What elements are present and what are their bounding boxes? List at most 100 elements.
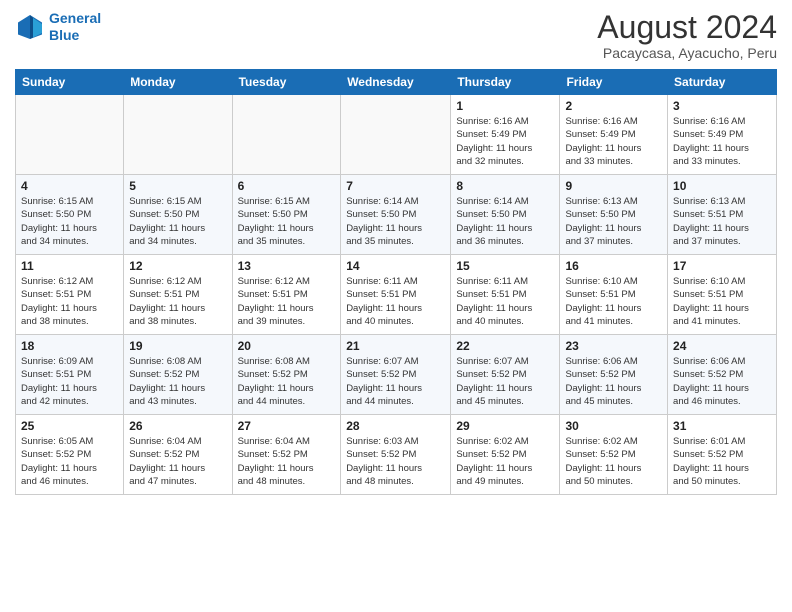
day-info: Sunrise: 6:13 AM Sunset: 5:51 PM Dayligh… [673, 195, 771, 248]
weekday-header-friday: Friday [560, 70, 668, 95]
day-info: Sunrise: 6:01 AM Sunset: 5:52 PM Dayligh… [673, 435, 771, 488]
calendar-cell: 28 Sunrise: 6:03 AM Sunset: 5:52 PM Dayli… [341, 415, 451, 495]
weekday-header-thursday: Thursday [451, 70, 560, 95]
calendar-cell [341, 95, 451, 175]
calendar-cell: 19 Sunrise: 6:08 AM Sunset: 5:52 PM Dayli… [124, 335, 232, 415]
day-info: Sunrise: 6:08 AM Sunset: 5:52 PM Dayligh… [238, 355, 336, 408]
header: General Blue August 2024 Pacaycasa, Ayac… [15, 10, 777, 61]
day-number: 3 [673, 99, 771, 113]
day-info: Sunrise: 6:15 AM Sunset: 5:50 PM Dayligh… [21, 195, 118, 248]
day-number: 21 [346, 339, 445, 353]
day-info: Sunrise: 6:03 AM Sunset: 5:52 PM Dayligh… [346, 435, 445, 488]
calendar-table: SundayMondayTuesdayWednesdayThursdayFrid… [15, 69, 777, 495]
day-info: Sunrise: 6:05 AM Sunset: 5:52 PM Dayligh… [21, 435, 118, 488]
calendar-cell: 18 Sunrise: 6:09 AM Sunset: 5:51 PM Dayli… [16, 335, 124, 415]
calendar-cell: 11 Sunrise: 6:12 AM Sunset: 5:51 PM Dayli… [16, 255, 124, 335]
day-number: 7 [346, 179, 445, 193]
weekday-header-sunday: Sunday [16, 70, 124, 95]
day-number: 22 [456, 339, 554, 353]
day-number: 5 [129, 179, 226, 193]
logo-text: General Blue [49, 10, 101, 44]
calendar-cell: 5 Sunrise: 6:15 AM Sunset: 5:50 PM Daylig… [124, 175, 232, 255]
day-info: Sunrise: 6:12 AM Sunset: 5:51 PM Dayligh… [21, 275, 118, 328]
day-info: Sunrise: 6:06 AM Sunset: 5:52 PM Dayligh… [673, 355, 771, 408]
calendar-week-row: 18 Sunrise: 6:09 AM Sunset: 5:51 PM Dayli… [16, 335, 777, 415]
day-number: 12 [129, 259, 226, 273]
calendar-cell: 30 Sunrise: 6:02 AM Sunset: 5:52 PM Dayli… [560, 415, 668, 495]
calendar-cell: 22 Sunrise: 6:07 AM Sunset: 5:52 PM Dayli… [451, 335, 560, 415]
logo-line2: Blue [49, 27, 79, 43]
day-info: Sunrise: 6:02 AM Sunset: 5:52 PM Dayligh… [565, 435, 662, 488]
calendar-cell: 13 Sunrise: 6:12 AM Sunset: 5:51 PM Dayli… [232, 255, 341, 335]
calendar-cell: 8 Sunrise: 6:14 AM Sunset: 5:50 PM Daylig… [451, 175, 560, 255]
day-number: 6 [238, 179, 336, 193]
calendar-cell: 23 Sunrise: 6:06 AM Sunset: 5:52 PM Dayli… [560, 335, 668, 415]
calendar-cell: 4 Sunrise: 6:15 AM Sunset: 5:50 PM Daylig… [16, 175, 124, 255]
day-info: Sunrise: 6:12 AM Sunset: 5:51 PM Dayligh… [129, 275, 226, 328]
calendar-week-row: 25Sunrise: 6:05 AM Sunset: 5:52 PM Dayli… [16, 415, 777, 495]
day-info: Sunrise: 6:13 AM Sunset: 5:50 PM Dayligh… [565, 195, 662, 248]
day-info: Sunrise: 6:04 AM Sunset: 5:52 PM Dayligh… [129, 435, 226, 488]
logo: General Blue [15, 10, 101, 44]
day-info: Sunrise: 6:07 AM Sunset: 5:52 PM Dayligh… [456, 355, 554, 408]
day-info: Sunrise: 6:11 AM Sunset: 5:51 PM Dayligh… [346, 275, 445, 328]
day-info: Sunrise: 6:16 AM Sunset: 5:49 PM Dayligh… [456, 115, 554, 168]
weekday-header-row: SundayMondayTuesdayWednesdayThursdayFrid… [16, 70, 777, 95]
day-number: 28 [346, 419, 445, 433]
weekday-header-saturday: Saturday [668, 70, 777, 95]
day-number: 16 [565, 259, 662, 273]
day-number: 29 [456, 419, 554, 433]
day-number: 18 [21, 339, 118, 353]
day-info: Sunrise: 6:14 AM Sunset: 5:50 PM Dayligh… [456, 195, 554, 248]
day-number: 14 [346, 259, 445, 273]
day-number: 20 [238, 339, 336, 353]
weekday-header-wednesday: Wednesday [341, 70, 451, 95]
day-number: 27 [238, 419, 336, 433]
day-number: 23 [565, 339, 662, 353]
sub-title: Pacaycasa, Ayacucho, Peru [597, 45, 777, 61]
day-info: Sunrise: 6:09 AM Sunset: 5:51 PM Dayligh… [21, 355, 118, 408]
day-number: 31 [673, 419, 771, 433]
day-number: 24 [673, 339, 771, 353]
day-number: 13 [238, 259, 336, 273]
day-info: Sunrise: 6:14 AM Sunset: 5:50 PM Dayligh… [346, 195, 445, 248]
calendar-cell: 3Sunrise: 6:16 AM Sunset: 5:49 PM Daylig… [668, 95, 777, 175]
title-block: August 2024 Pacaycasa, Ayacucho, Peru [597, 10, 777, 61]
calendar-cell: 31 Sunrise: 6:01 AM Sunset: 5:52 PM Dayli… [668, 415, 777, 495]
day-info: Sunrise: 6:04 AM Sunset: 5:52 PM Dayligh… [238, 435, 336, 488]
calendar-cell: 17Sunrise: 6:10 AM Sunset: 5:51 PM Dayli… [668, 255, 777, 335]
calendar-cell: 9Sunrise: 6:13 AM Sunset: 5:50 PM Daylig… [560, 175, 668, 255]
day-number: 19 [129, 339, 226, 353]
calendar-cell [232, 95, 341, 175]
day-info: Sunrise: 6:07 AM Sunset: 5:52 PM Dayligh… [346, 355, 445, 408]
calendar-cell [124, 95, 232, 175]
main-title: August 2024 [597, 10, 777, 45]
calendar-cell: 24 Sunrise: 6:06 AM Sunset: 5:52 PM Dayli… [668, 335, 777, 415]
page: General Blue August 2024 Pacaycasa, Ayac… [0, 0, 792, 612]
calendar-cell: 29Sunrise: 6:02 AM Sunset: 5:52 PM Dayli… [451, 415, 560, 495]
weekday-header-monday: Monday [124, 70, 232, 95]
day-info: Sunrise: 6:15 AM Sunset: 5:50 PM Dayligh… [129, 195, 226, 248]
day-number: 26 [129, 419, 226, 433]
day-number: 17 [673, 259, 771, 273]
day-number: 8 [456, 179, 554, 193]
calendar-cell: 7 Sunrise: 6:14 AM Sunset: 5:50 PM Daylig… [341, 175, 451, 255]
calendar-week-row: 1 Sunrise: 6:16 AM Sunset: 5:49 PM Daylig… [16, 95, 777, 175]
day-number: 4 [21, 179, 118, 193]
day-info: Sunrise: 6:06 AM Sunset: 5:52 PM Dayligh… [565, 355, 662, 408]
calendar-week-row: 11 Sunrise: 6:12 AM Sunset: 5:51 PM Dayli… [16, 255, 777, 335]
calendar-cell: 26 Sunrise: 6:04 AM Sunset: 5:52 PM Dayli… [124, 415, 232, 495]
calendar-cell: 10 Sunrise: 6:13 AM Sunset: 5:51 PM Dayli… [668, 175, 777, 255]
day-info: Sunrise: 6:12 AM Sunset: 5:51 PM Dayligh… [238, 275, 336, 328]
calendar-cell: 15Sunrise: 6:11 AM Sunset: 5:51 PM Dayli… [451, 255, 560, 335]
day-number: 15 [456, 259, 554, 273]
calendar-cell [16, 95, 124, 175]
day-number: 10 [673, 179, 771, 193]
day-number: 11 [21, 259, 118, 273]
day-info: Sunrise: 6:08 AM Sunset: 5:52 PM Dayligh… [129, 355, 226, 408]
calendar-cell: 25Sunrise: 6:05 AM Sunset: 5:52 PM Dayli… [16, 415, 124, 495]
day-number: 30 [565, 419, 662, 433]
day-number: 1 [456, 99, 554, 113]
day-info: Sunrise: 6:10 AM Sunset: 5:51 PM Dayligh… [565, 275, 662, 328]
calendar-week-row: 4 Sunrise: 6:15 AM Sunset: 5:50 PM Daylig… [16, 175, 777, 255]
